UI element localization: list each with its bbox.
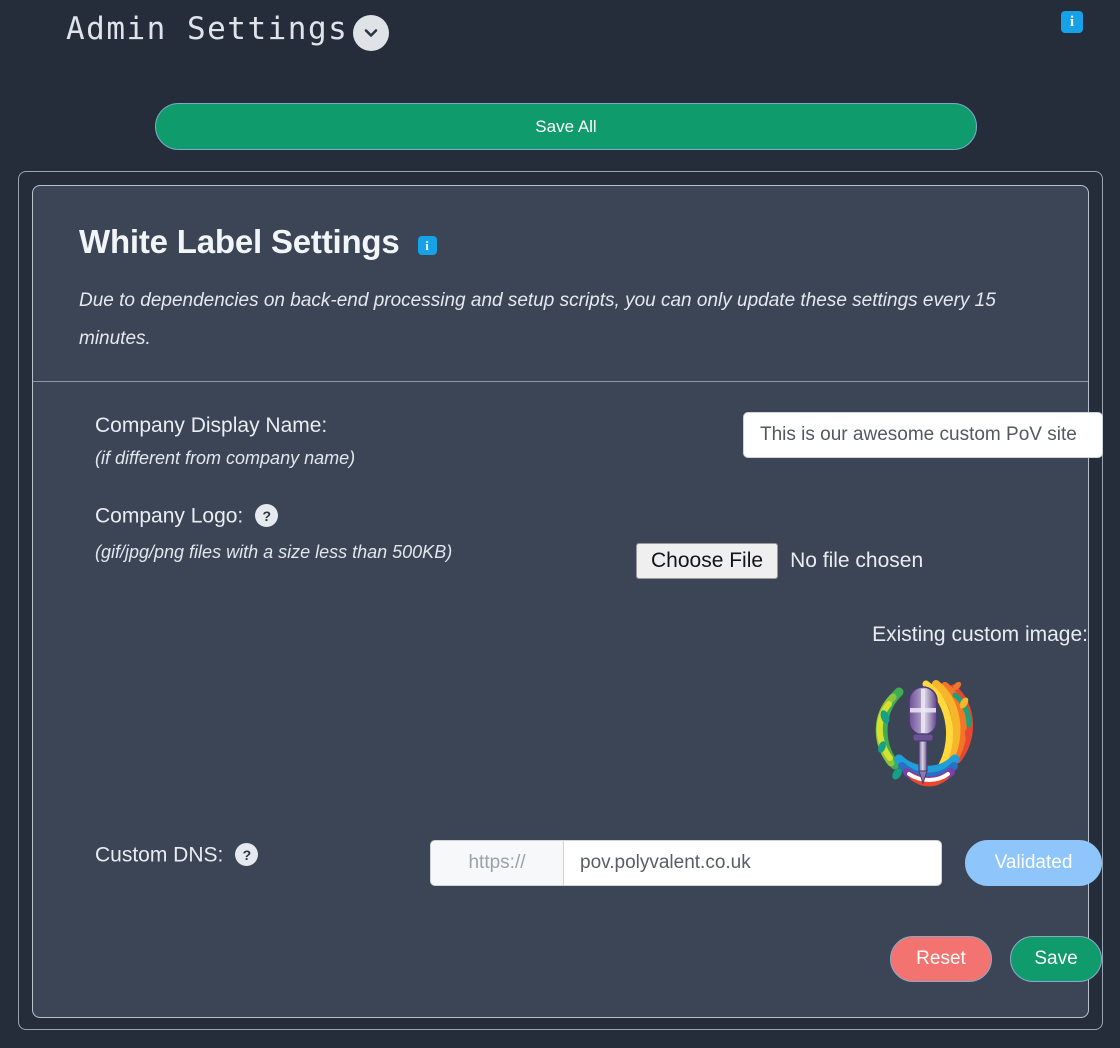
company-logo-note: (gif/jpg/png files with a size less than… [95,542,452,563]
company-logo-label: Company Logo: [95,505,243,528]
company-logo-help-icon[interactable]: ? [255,504,278,527]
app-header: Admin Settings i [0,0,1120,70]
reset-button[interactable]: Reset [890,936,992,982]
choose-file-button[interactable]: Choose File [636,543,778,579]
settings-outer-panel: White Label Settings i Due to dependenci… [18,171,1103,1030]
white-label-settings-card: White Label Settings i Due to dependenci… [32,185,1089,1018]
custom-dns-label-row: Custom DNS:? [95,843,258,869]
custom-dns-help-icon[interactable]: ? [235,843,258,866]
custom-dns-input[interactable] [564,841,941,885]
existing-custom-image [869,673,977,792]
card-description: Due to dependencies on back-end processi… [79,282,1064,358]
card-title-row: White Label Settings i [79,223,1088,261]
card-body: Company Display Name: (if different from… [33,382,1088,1016]
chevron-down-icon[interactable] [353,15,389,51]
card-info-icon[interactable]: i [418,236,437,255]
existing-image-label: Existing custom image: [77,623,1088,647]
custom-dns-input-group: https:// [430,840,942,886]
company-logo-file-row: Choose File No file chosen [636,543,923,579]
custom-dns-label: Custom DNS: [95,844,223,867]
company-display-name-input[interactable] [743,412,1103,458]
card-header: White Label Settings i Due to dependenci… [33,186,1088,382]
file-status-text: No file chosen [790,549,923,573]
custom-dns-protocol-prefix: https:// [431,841,564,885]
validate-dns-button[interactable]: Validated [965,840,1102,886]
company-display-name-label: Company Display Name: [95,414,327,438]
save-all-container: Save All [155,103,977,150]
company-display-name-note: (if different from company name) [95,448,355,469]
page-title: Admin Settings [66,11,348,47]
header-info-icon[interactable]: i [1061,11,1083,33]
save-button[interactable]: Save [1010,936,1102,982]
company-logo-label-row: Company Logo:? [95,504,278,530]
save-all-button[interactable]: Save All [155,103,977,150]
card-title: White Label Settings [79,223,400,261]
